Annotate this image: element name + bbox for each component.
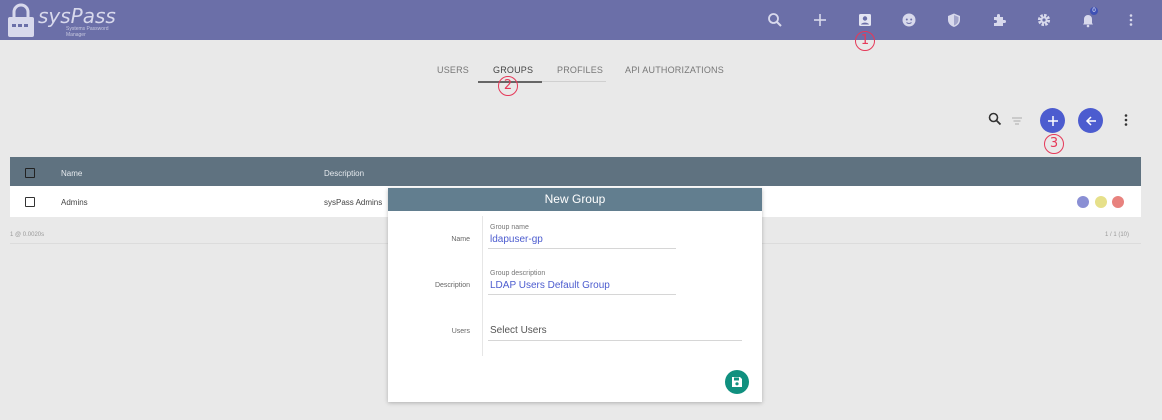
- add-icon[interactable]: [810, 10, 830, 30]
- back-button[interactable]: [1078, 108, 1103, 133]
- lock-icon: [8, 3, 34, 37]
- row-name: Admins: [61, 198, 88, 207]
- group-description-underline: [488, 294, 676, 295]
- tab-users[interactable]: USERS: [437, 65, 469, 75]
- group-description-hint: Group description: [490, 270, 546, 277]
- notification-badge: 0: [1090, 7, 1098, 15]
- app-tagline: Systems Password Manager: [66, 26, 109, 38]
- annotation-marker-1: 1: [855, 31, 875, 51]
- dialog-column-divider: [482, 216, 483, 356]
- tab-profiles[interactable]: PROFILES: [557, 65, 603, 75]
- annotation-marker-2: 2: [498, 76, 518, 96]
- dialog-title: New Group: [388, 188, 762, 211]
- gear-icon[interactable]: [1034, 10, 1054, 30]
- top-app-bar: sysPass Systems Password Manager 0: [0, 0, 1162, 40]
- annotation-marker-3: 3: [1044, 134, 1064, 154]
- new-group-dialog: New Group Name Group name ldapuser-gp De…: [388, 188, 762, 402]
- name-label: Name: [451, 236, 470, 243]
- column-header-name[interactable]: Name: [61, 169, 82, 178]
- column-header-description[interactable]: Description: [324, 169, 364, 178]
- search-icon[interactable]: [765, 10, 785, 30]
- save-button[interactable]: [725, 370, 749, 394]
- app-name: sysPass: [38, 4, 116, 28]
- filter-list-icon[interactable]: [1011, 116, 1023, 126]
- select-users-input[interactable]: Select Users: [490, 325, 547, 336]
- save-icon: [732, 377, 742, 387]
- app-logo[interactable]: sysPass Systems Password Manager: [6, 2, 126, 40]
- table-header: Name Description: [10, 157, 1141, 186]
- delete-icon[interactable]: [1112, 196, 1124, 208]
- account-box-icon[interactable]: [855, 10, 875, 30]
- bell-icon[interactable]: 0: [1078, 7, 1098, 30]
- group-name-input[interactable]: ldapuser-gp: [490, 234, 543, 245]
- group-name-underline: [488, 248, 676, 249]
- pagination-info: 1 / 1 (10): [1105, 232, 1130, 238]
- add-icon: [1047, 115, 1058, 126]
- description-label: Description: [434, 282, 470, 289]
- view-icon[interactable]: [1077, 196, 1089, 208]
- face-icon[interactable]: [899, 10, 919, 30]
- query-stats: 1 @ 0.0020s: [10, 232, 45, 238]
- row-checkbox[interactable]: [25, 197, 35, 207]
- edit-icon[interactable]: [1095, 196, 1107, 208]
- group-name-hint: Group name: [490, 224, 529, 231]
- tab-groups[interactable]: GROUPS: [493, 65, 533, 75]
- search-icon[interactable]: [988, 112, 1002, 126]
- arrow-back-icon: [1085, 115, 1096, 126]
- row-description: sysPass Admins: [324, 198, 383, 207]
- extension-icon[interactable]: [989, 10, 1009, 30]
- more-vert-icon[interactable]: [1121, 10, 1141, 30]
- tab-api-authorizations[interactable]: API AUTHORIZATIONS: [625, 65, 724, 75]
- more-vert-icon[interactable]: [1120, 113, 1132, 127]
- select-users-underline: [488, 340, 742, 341]
- select-all-checkbox[interactable]: [25, 168, 35, 178]
- add-group-button[interactable]: [1040, 108, 1065, 133]
- shield-icon[interactable]: [944, 10, 964, 30]
- users-label: Users: [451, 328, 470, 335]
- tab-bar: USERS GROUPS PROFILES API AUTHORIZATIONS: [0, 60, 1162, 90]
- tab-indicator-track: [542, 81, 606, 82]
- group-description-input[interactable]: LDAP Users Default Group: [490, 280, 610, 291]
